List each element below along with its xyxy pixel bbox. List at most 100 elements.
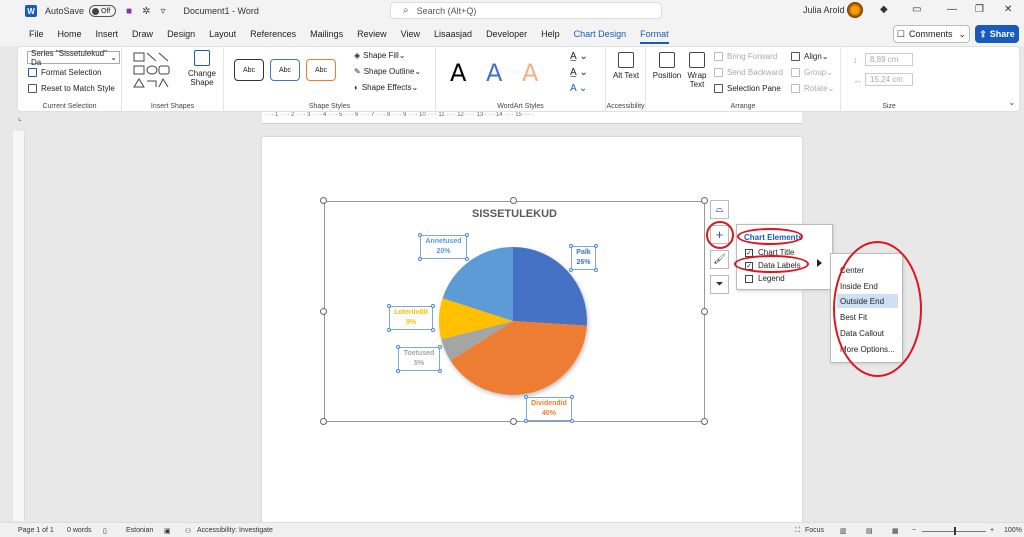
language[interactable]: Estonian (126, 527, 153, 534)
height-input[interactable]: 8,89 cm (865, 53, 913, 66)
reset-to-match-style-button[interactable]: Reset to Match Style (28, 84, 115, 93)
resize-handle-bl[interactable] (320, 418, 327, 425)
page-count[interactable]: Page 1 of 1 (18, 527, 54, 534)
read-mode-icon[interactable]: ▥ (840, 527, 847, 535)
ribbon-display-icon[interactable]: ▭ (912, 4, 921, 15)
quick-access-dropdown-icon[interactable]: ▿ (160, 6, 165, 17)
group-label: Shape Styles (308, 103, 351, 110)
tab-chart-design[interactable]: Chart Design (574, 29, 627, 39)
resize-handle-b[interactable] (510, 418, 517, 425)
rotate-button[interactable]: Rotate ⌄ (791, 84, 834, 93)
format-selection-button[interactable]: Format Selection (28, 68, 101, 77)
horizontal-ruler[interactable]: · · · 1 · · · 2 · · · 3 · · · 4 · · · 5 … (262, 112, 802, 124)
resize-handle-t[interactable] (510, 197, 517, 204)
tab-help[interactable]: Help (541, 29, 560, 39)
chart-filters-button[interactable]: ⏷ (710, 275, 729, 294)
web-layout-icon[interactable]: ▦ (892, 527, 899, 535)
align-button[interactable]: Align ⌄ (791, 52, 829, 61)
wordart-style-2[interactable]: A (486, 59, 502, 87)
shape-style-2[interactable]: Abc (270, 59, 300, 81)
text-fill-icon[interactable]: A̲ ⌄ (570, 51, 588, 62)
avatar[interactable] (847, 2, 863, 18)
chart-elements-select[interactable]: Series "Sissetulekud" Da ⌄ (27, 49, 120, 67)
wrap-text-button[interactable]: Wrap Text (682, 52, 712, 89)
shape-style-1[interactable]: Abc (234, 59, 264, 81)
resize-handle-tr[interactable] (701, 197, 708, 204)
user-name[interactable]: Julia Arold (803, 5, 845, 15)
accessibility-status[interactable]: Accessibility: Investigate (197, 527, 273, 534)
search-box[interactable]: ⌕ Search (Alt+Q) (390, 2, 662, 19)
diamond-icon[interactable]: ◆ (880, 4, 888, 15)
wordart-style-1[interactable]: A (450, 59, 466, 87)
tab-file[interactable]: File (29, 29, 44, 39)
tab-developer[interactable]: Developer (486, 29, 527, 39)
tab-layout[interactable]: Layout (209, 29, 236, 39)
bring-forward-button[interactable]: Bring Forward (714, 52, 777, 61)
legend-option[interactable]: Legend (745, 274, 785, 283)
tab-design[interactable]: Design (167, 29, 195, 39)
width-input[interactable]: 15,24 cm (865, 73, 913, 86)
resize-handle-tl[interactable] (320, 197, 327, 204)
proofing-icon[interactable]: ▯ (103, 527, 107, 535)
chart-styles-button[interactable]: 🖌 (710, 250, 729, 269)
tab-home[interactable]: Home (58, 29, 82, 39)
focus-mode[interactable]: Focus (805, 527, 824, 534)
word-count[interactable]: 0 words (67, 527, 92, 534)
send-backward-button[interactable]: Send Backward (714, 68, 783, 77)
resize-handle-l[interactable] (320, 308, 327, 315)
shape-fill-button[interactable]: ◈ Shape Fill ⌄ (354, 51, 405, 60)
data-label-annetused[interactable]: Annetused 20% (418, 233, 469, 261)
close-icon[interactable]: ✕ (1004, 4, 1012, 15)
alt-text-button[interactable]: Alt Text (611, 52, 641, 80)
settings-icon[interactable]: ✲ (142, 6, 150, 17)
data-label-dividendid[interactable]: Dividendid 40% (524, 395, 574, 423)
data-label-toetused[interactable]: Toetused 5% (396, 345, 442, 373)
shapes-gallery[interactable] (132, 51, 178, 91)
tab-selector-icon[interactable]: ⌞ (18, 113, 22, 122)
resize-handle-r[interactable] (701, 308, 708, 315)
print-layout-icon[interactable]: ▤ (866, 527, 873, 535)
tab-references[interactable]: References (250, 29, 296, 39)
format-selection-icon (28, 68, 37, 77)
submenu-arrow-icon[interactable] (817, 259, 822, 267)
accessibility-icon: ⚇ (185, 528, 192, 535)
zoom-slider-thumb[interactable] (954, 527, 956, 535)
text-effects-icon[interactable]: A ⌄ (570, 83, 587, 94)
data-label-loteriivoit[interactable]: Loteriivõit 9% (387, 304, 435, 332)
resize-handle-br[interactable] (701, 418, 708, 425)
shape-effects-button[interactable]: ◐ Shape Effects ⌄ (354, 83, 418, 92)
shape-outline-button[interactable]: ✎ Shape Outline ⌄ (354, 67, 421, 76)
comments-button[interactable]: ☐ Comments ⌄ (893, 25, 970, 43)
zoom-in-icon[interactable]: + (990, 527, 994, 534)
text-predictions-icon[interactable]: ▣ (164, 527, 171, 535)
tab-format[interactable]: Format (640, 29, 669, 44)
shape-style-3[interactable]: Abc (306, 59, 336, 81)
text-outline-icon[interactable]: A̲ ⌄ (570, 67, 588, 78)
tab-lisaasjad[interactable]: Lisaasjad (434, 29, 472, 39)
comment-icon: ☐ (896, 28, 905, 39)
collapse-ribbon-icon[interactable]: ⌄ (1008, 97, 1016, 108)
tab-insert[interactable]: Insert (96, 29, 119, 39)
autosave-toggle[interactable]: Off (89, 5, 117, 17)
position-button[interactable]: Position (650, 52, 684, 80)
share-button[interactable]: ⇪ Share (975, 25, 1019, 43)
save-icon[interactable]: ■ (126, 6, 132, 17)
minimize-icon[interactable]: — (947, 4, 957, 15)
tab-review[interactable]: Review (357, 29, 387, 39)
zoom-out-icon[interactable]: − (912, 527, 916, 534)
group-label: Size (882, 103, 896, 110)
selection-pane-button[interactable]: Selection Pane (714, 84, 781, 93)
wordart-style-3[interactable]: A (522, 59, 538, 87)
data-label-palk[interactable]: Palk 26% (569, 244, 598, 272)
zoom-level[interactable]: 100% (1004, 527, 1022, 534)
restore-icon[interactable]: ❐ (975, 4, 984, 15)
group-button[interactable]: Group ⌄ (791, 68, 833, 77)
checkbox-unchecked-icon[interactable] (745, 274, 753, 283)
change-shape-button[interactable]: Change Shape (187, 50, 217, 87)
tab-view[interactable]: View (401, 29, 420, 39)
layout-options-button[interactable]: ⌓ (710, 200, 729, 219)
tab-mailings[interactable]: Mailings (310, 29, 343, 39)
tab-draw[interactable]: Draw (132, 29, 153, 39)
vertical-ruler[interactable] (13, 131, 25, 521)
chart-title[interactable]: SISSETULEKUD (324, 208, 705, 220)
